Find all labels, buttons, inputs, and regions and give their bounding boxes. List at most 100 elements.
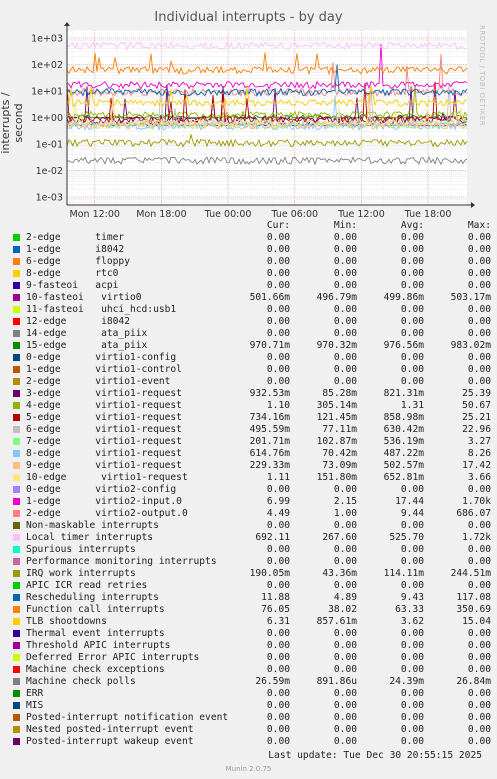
- legend-avg-value: 0.00: [400, 700, 424, 711]
- legend-label: Threshold APIC interrupts: [26, 640, 171, 651]
- legend-min-value: 891.86u: [316, 676, 357, 687]
- legend-avg-value: 0.00: [400, 376, 424, 387]
- legend-swatch: [13, 462, 20, 469]
- legend-max-value: 0.00: [467, 736, 491, 747]
- legend-max-value: 22.96: [462, 424, 491, 435]
- legend-cur-value: 970.71m: [249, 340, 290, 351]
- legend-max-value: 0.00: [467, 724, 491, 735]
- y-tick-label: 1e+03: [31, 33, 63, 44]
- col-cur-header: Cur:: [266, 220, 290, 231]
- legend-min-value: 857.61m: [316, 616, 357, 627]
- legend-min-value: 0.00: [333, 736, 357, 747]
- legend-label: 8-edge rtc0: [26, 268, 119, 279]
- legend-row: 2-edge virtio1-event 0.00 0.00 0.00 0.00: [0, 376, 497, 388]
- legend-cur-value: 0.00: [266, 520, 290, 531]
- legend-min-value: 0.00: [333, 580, 357, 591]
- legend-max-value: 686.07: [456, 508, 491, 519]
- legend-max-value: 3.66: [467, 472, 491, 483]
- legend-swatch: [13, 258, 20, 265]
- legend-label: Performance monitoring interrupts: [26, 556, 217, 567]
- legend-row: 14-edge ata_piix 0.00 0.00 0.00 0.00: [0, 328, 497, 340]
- legend-avg-value: 976.56m: [383, 340, 424, 351]
- legend-avg-value: 0.00: [400, 664, 424, 675]
- legend-swatch: [13, 594, 20, 601]
- legend-cur-value: 0.00: [266, 268, 290, 279]
- legend-min-value: 121.45m: [316, 412, 357, 423]
- legend-label: ERR: [26, 688, 44, 699]
- legend-min-value: 0.00: [333, 652, 357, 663]
- legend-swatch: [13, 306, 20, 313]
- legend-cur-value: 4.49: [266, 508, 290, 519]
- legend-max-value: 0.00: [467, 256, 491, 267]
- x-axis-arrow: [471, 202, 475, 208]
- legend-label: 2-edge virtio1-event: [26, 376, 171, 387]
- legend-min-value: 0.00: [333, 556, 357, 567]
- legend-label: 10-fasteoi virtio0: [26, 292, 142, 303]
- x-tick-label: Tue 00:00: [204, 209, 252, 220]
- legend-swatch: [13, 366, 20, 373]
- legend-label: 3-edge virtio1-request: [26, 388, 182, 399]
- legend-label: 0-edge virtio2-config: [26, 484, 177, 495]
- legend-cur-value: 0.00: [266, 652, 290, 663]
- legend-cur-value: 0.00: [266, 580, 290, 591]
- legend-row: 8-edge rtc0 0.00 0.00 0.00 0.00: [0, 268, 497, 280]
- legend-swatch: [13, 246, 20, 253]
- legend-min-value: 85.28m: [322, 388, 357, 399]
- legend-row: Deferred Error APIC interrupts 0.00 0.00 0.…: [0, 652, 497, 664]
- legend-swatch: [13, 414, 20, 421]
- legend-row: 4-edge virtio1-request 1.10 305.14m 1.31 50.…: [0, 400, 497, 412]
- legend-label: 7-edge virtio1-request: [26, 436, 182, 447]
- legend-max-value: 0.00: [467, 304, 491, 315]
- legend-max-value: 983.02m: [450, 340, 491, 351]
- legend-avg-value: 0.00: [400, 688, 424, 699]
- legend-avg-value: 502.57m: [383, 460, 424, 471]
- legend-min-value: 0.00: [333, 712, 357, 723]
- legend-avg-value: 63.33: [395, 604, 424, 615]
- legend-min-value: 70.42m: [322, 448, 357, 459]
- legend-cur-value: 0.00: [266, 304, 290, 315]
- legend-swatch: [13, 438, 20, 445]
- legend-min-value: 0.00: [333, 628, 357, 639]
- y-tick-label: 1e-03: [36, 193, 63, 204]
- legend-min-value: 43.36m: [322, 568, 357, 579]
- legend-label: Deferred Error APIC interrupts: [26, 652, 200, 663]
- legend-max-value: 0.00: [467, 316, 491, 327]
- col-min-header: Min:: [333, 220, 357, 231]
- legend-max-value: 0.00: [467, 280, 491, 291]
- col-max-header: Max:: [467, 220, 491, 231]
- legend-max-value: 0.00: [467, 580, 491, 591]
- legend-row: 1-edge virtio2-input.0 6.99 2.15 17.44 1.70k: [0, 496, 497, 508]
- legend-label: 4-edge virtio1-request: [26, 400, 182, 411]
- legend-cur-value: 201.71m: [249, 436, 290, 447]
- legend-cur-value: 0.00: [266, 484, 290, 495]
- legend-swatch: [13, 570, 20, 577]
- legend-cur-value: 0.00: [266, 376, 290, 387]
- legend-max-value: 0.00: [467, 376, 491, 387]
- legend-row: Rescheduling interrupts 11.88 4.89 9.43 117.…: [0, 592, 497, 604]
- col-avg-header: Avg:: [400, 220, 424, 231]
- legend-max-value: 503.17m: [450, 292, 491, 303]
- legend-label: Non-maskable interrupts: [26, 520, 159, 531]
- legend-label: 1-edge virtio2-input.0: [26, 496, 182, 507]
- legend-label: Machine check exceptions: [26, 664, 165, 675]
- legend-row: Machine check polls 26.59m 891.86u 24.39m 26…: [0, 676, 497, 688]
- legend-min-value: 2.15: [333, 496, 357, 507]
- legend-avg-value: 0.00: [400, 736, 424, 747]
- legend-row: 11-fasteoi uhci_hcd:usb1 0.00 0.00 0.00 0.00: [0, 304, 497, 316]
- legend-avg-value: 0.00: [400, 484, 424, 495]
- legend-label: 15-edge ata_piix: [26, 340, 148, 351]
- legend-swatch: [13, 342, 20, 349]
- legend-row: Local timer interrupts 692.11 267.60 525.70…: [0, 532, 497, 544]
- legend-cur-value: 0.00: [266, 724, 290, 735]
- legend-avg-value: 0.00: [400, 364, 424, 375]
- legend-avg-value: 9.43: [400, 592, 424, 603]
- legend-swatch: [13, 606, 20, 613]
- legend-swatch: [13, 294, 20, 301]
- legend-swatch: [13, 630, 20, 637]
- legend-label: 2-edge virtio2-output.0: [26, 508, 188, 519]
- legend-row: 0-edge virtio2-config 0.00 0.00 0.00 0.00: [0, 484, 497, 496]
- legend-min-value: 0.00: [333, 484, 357, 495]
- legend-avg-value: 0.00: [400, 640, 424, 651]
- legend-min-value: 0.00: [333, 244, 357, 255]
- legend-min-value: 4.89: [333, 592, 357, 603]
